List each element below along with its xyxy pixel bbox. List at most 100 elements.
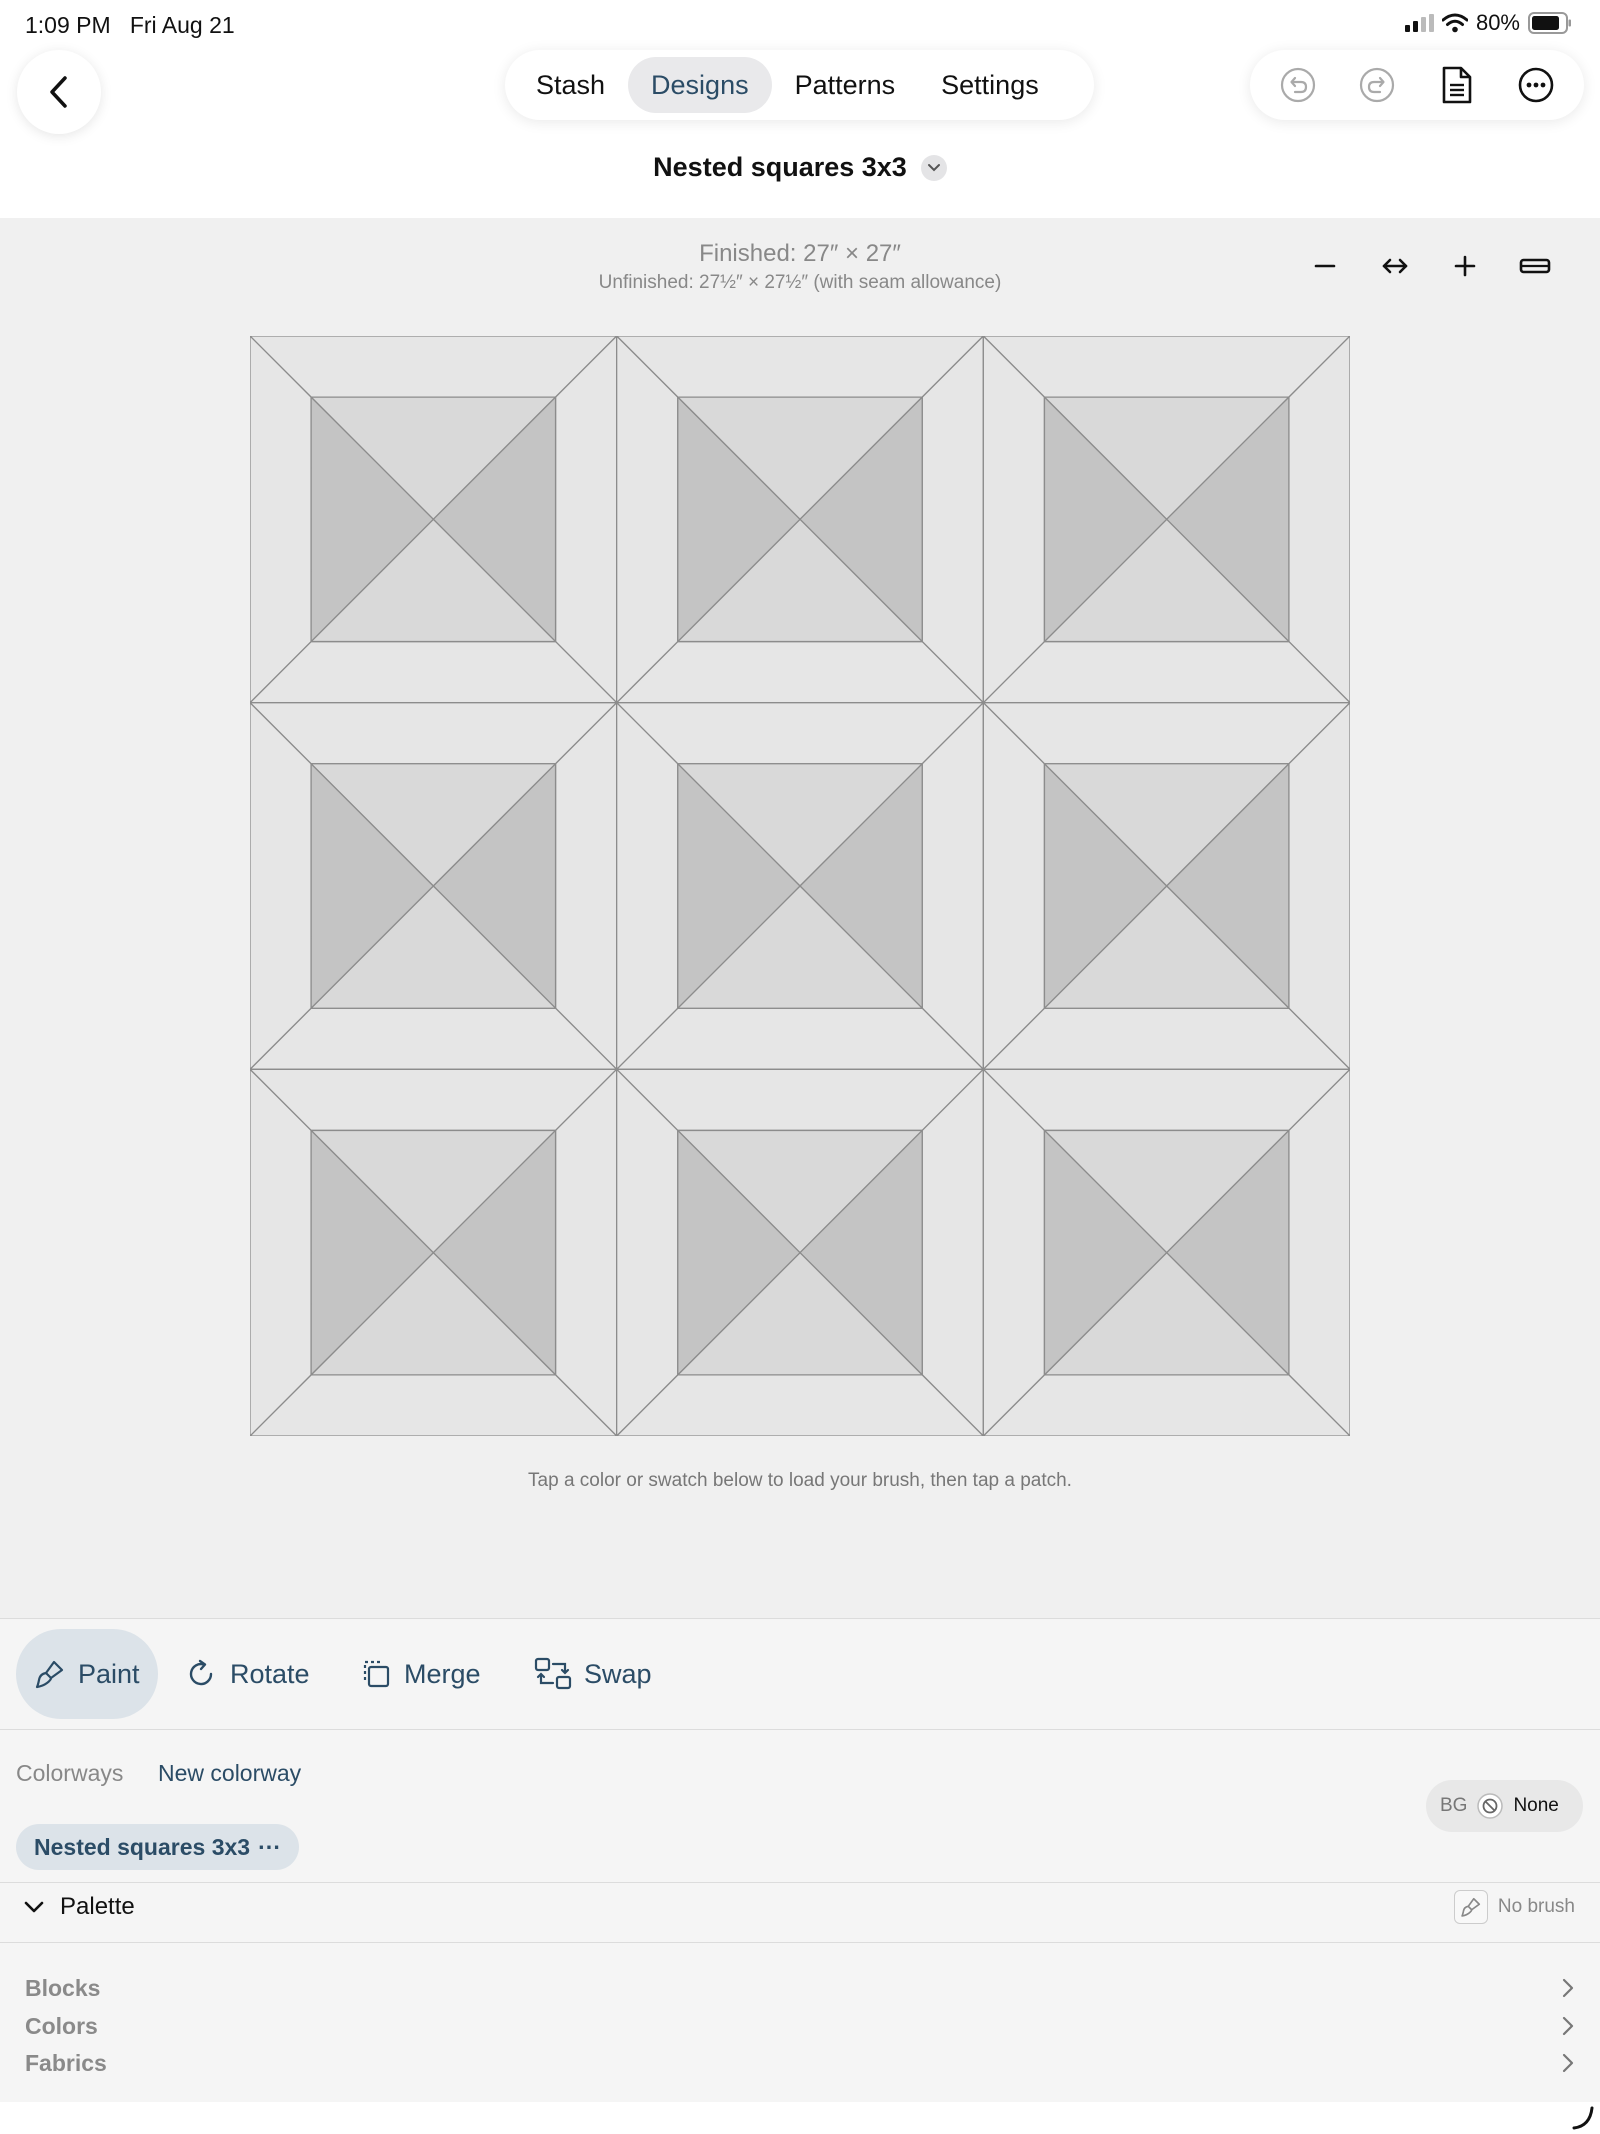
- background-selector[interactable]: BG None: [1426, 1780, 1583, 1832]
- zoom-out-button[interactable]: [1295, 246, 1355, 286]
- swap-mode-button[interactable]: Swap: [516, 1629, 670, 1719]
- paintbrush-icon: [35, 1660, 64, 1689]
- horizontal-arrows-icon: [1382, 258, 1408, 274]
- quilt-patch-outer-right[interactable]: [921, 336, 984, 704]
- quilt-patch-outer-bottom[interactable]: [982, 1374, 1350, 1436]
- quilt-patch-outer-left[interactable]: [982, 702, 1046, 1070]
- status-time: 1:09 PM Fri Aug 21: [25, 12, 235, 39]
- quilt-patch-outer-left[interactable]: [616, 1068, 679, 1436]
- palette-panel: Colorways New colorway BG None Nested sq…: [0, 1730, 1600, 2102]
- quilt-patch-outer-bottom[interactable]: [616, 1374, 984, 1436]
- quilt-patch-outer-top[interactable]: [616, 702, 984, 765]
- quilt-patch-outer-top[interactable]: [982, 1068, 1350, 1132]
- palette-fabrics-label: Fabrics: [25, 2049, 107, 2076]
- quilt-patch-outer-left[interactable]: [250, 702, 312, 1070]
- rotate-mode-label: Rotate: [230, 1658, 310, 1689]
- tab-patterns[interactable]: Patterns: [772, 57, 919, 113]
- main-tabs: Stash Designs Patterns Settings: [505, 50, 1094, 120]
- quilt-patch-outer-bottom[interactable]: [982, 640, 1350, 704]
- colorway-chip-label: Nested squares 3x3: [34, 1833, 251, 1860]
- quilt-patch-outer-bottom[interactable]: [616, 1007, 984, 1070]
- quilt-patch-outer-left[interactable]: [982, 336, 1046, 704]
- paint-mode-label: Paint: [78, 1658, 140, 1689]
- paint-mode-button[interactable]: Paint: [16, 1629, 158, 1719]
- minus-icon: [1314, 264, 1336, 268]
- palette-colors-label: Colors: [25, 2012, 98, 2039]
- chevron-down-icon: [24, 1901, 44, 1913]
- palette-fabrics-row[interactable]: Fabrics: [0, 2045, 1600, 2081]
- document-button[interactable]: [1429, 57, 1485, 113]
- quilt-patch-outer-bottom[interactable]: [616, 640, 984, 704]
- quilt-patch-outer-top[interactable]: [616, 1068, 984, 1132]
- quilt-patch-outer-bottom[interactable]: [982, 1007, 1350, 1070]
- chevron-right-icon: [1562, 2053, 1574, 2073]
- merge-mode-label: Merge: [404, 1658, 481, 1689]
- quilt-patch-outer-top[interactable]: [616, 336, 984, 398]
- new-colorway-button[interactable]: New colorway: [158, 1760, 301, 1787]
- quilt-grid: [250, 336, 1350, 1436]
- quilt-patch-outer-right[interactable]: [1288, 1068, 1350, 1436]
- back-button[interactable]: [17, 50, 101, 134]
- palette-toggle[interactable]: Palette: [24, 1893, 135, 1921]
- quilt-patch-outer-top[interactable]: [250, 336, 618, 398]
- more-options-button[interactable]: [1508, 57, 1564, 113]
- quilt-patch-outer-top[interactable]: [982, 336, 1350, 398]
- ruler-button[interactable]: [1505, 246, 1565, 286]
- quilt-patch-outer-left[interactable]: [616, 336, 679, 704]
- rotate-mode-button[interactable]: Rotate: [168, 1629, 328, 1719]
- redo-button[interactable]: [1349, 57, 1405, 113]
- quilt-patch-outer-right[interactable]: [554, 702, 618, 1070]
- tab-settings[interactable]: Settings: [918, 57, 1062, 113]
- quilt-patch-outer-right[interactable]: [554, 336, 618, 704]
- undo-icon: [1280, 67, 1315, 103]
- swap-mode-label: Swap: [584, 1658, 652, 1689]
- colorway-chip[interactable]: Nested squares 3x3 ···: [16, 1824, 300, 1870]
- quilt-patch-outer-bottom[interactable]: [250, 640, 618, 704]
- zoom-in-button[interactable]: [1435, 246, 1495, 286]
- brush-icon: [1453, 1890, 1488, 1924]
- quilt-patch-outer-left[interactable]: [616, 702, 679, 1070]
- plus-icon: [1454, 255, 1476, 277]
- quilt-patch-outer-right[interactable]: [1288, 336, 1350, 704]
- quilt-patch-outer-bottom[interactable]: [250, 1374, 618, 1436]
- tab-patterns-label: Patterns: [794, 69, 896, 100]
- palette-blocks-row[interactable]: Blocks: [0, 1970, 1600, 2006]
- none-icon: [1477, 1793, 1504, 1819]
- quilt-patch-outer-top[interactable]: [250, 1068, 618, 1132]
- tab-designs[interactable]: Designs: [628, 57, 772, 113]
- quilt-patch-outer-bottom[interactable]: [250, 1007, 618, 1070]
- paint-hint: Tap a color or swatch below to load your…: [528, 1470, 1072, 1491]
- quilt-patch-outer-left[interactable]: [982, 1068, 1046, 1436]
- quilt-patch-outer-right[interactable]: [554, 1068, 618, 1436]
- battery-percent: 80%: [1475, 10, 1520, 35]
- tab-stash[interactable]: Stash: [513, 57, 628, 113]
- quilt-patch-outer-right[interactable]: [921, 702, 984, 1070]
- fit-width-button[interactable]: [1365, 246, 1425, 286]
- quilt-patch-outer-right[interactable]: [921, 1068, 984, 1436]
- colorway-more-icon[interactable]: ···: [258, 1834, 281, 1861]
- battery-icon: [1528, 12, 1571, 34]
- bg-label: BG: [1440, 1795, 1468, 1816]
- quilt-patch-outer-top[interactable]: [250, 702, 618, 765]
- quilt-patch-outer-left[interactable]: [250, 1068, 312, 1436]
- quilt-patch-outer-left[interactable]: [250, 336, 312, 704]
- undo-button[interactable]: [1270, 57, 1326, 113]
- colorways-label: Colorways: [16, 1760, 124, 1786]
- quilt-patch-outer-top[interactable]: [982, 702, 1350, 765]
- chevron-right-icon: [1562, 1978, 1574, 1998]
- divider: [0, 1882, 1600, 1883]
- brush-status: No brush: [1497, 1896, 1575, 1917]
- quilt-patch-outer-right[interactable]: [1288, 702, 1350, 1070]
- palette-colors-row[interactable]: Colors: [0, 2008, 1600, 2044]
- tab-designs-label: Designs: [651, 69, 749, 100]
- ellipsis-circle-icon: [1518, 67, 1554, 103]
- mode-toolbar: Paint Rotate Merge Swap: [0, 1618, 1600, 1730]
- bottom-strip: [0, 2102, 1600, 2134]
- merge-icon: [363, 1660, 390, 1688]
- chevron-right-icon: [1562, 2016, 1574, 2036]
- merge-mode-button[interactable]: Merge: [342, 1629, 499, 1719]
- design-title[interactable]: Nested squares 3x3: [0, 152, 1600, 183]
- zoom-tools: [1295, 246, 1565, 286]
- document-icon: [1442, 66, 1472, 104]
- chevron-down-icon[interactable]: [920, 154, 947, 181]
